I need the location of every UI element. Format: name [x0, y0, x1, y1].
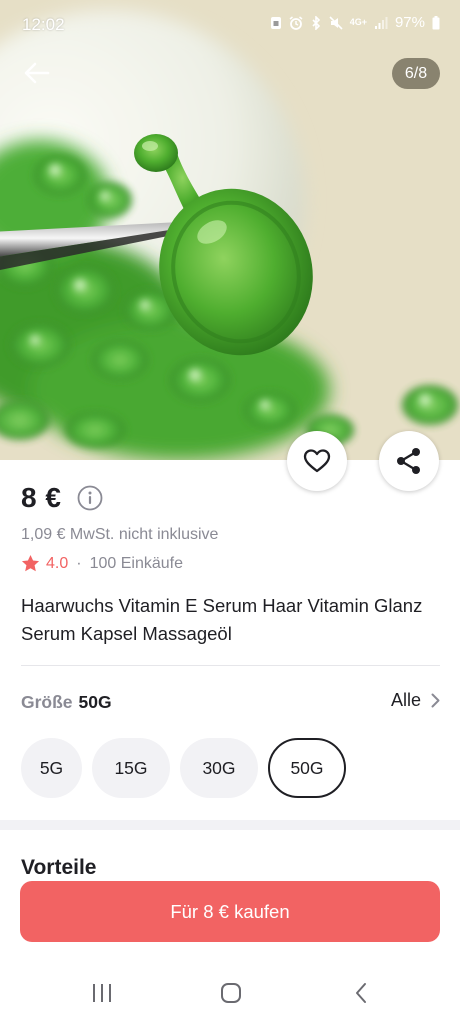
rating-value: 4.0 [46, 554, 69, 572]
price-row: 8 € [21, 482, 103, 514]
system-nav-bar [0, 962, 460, 1024]
home-icon [221, 983, 241, 1003]
size-row: Größe 50G Alle [21, 690, 440, 714]
chevron-left-icon [356, 983, 366, 1003]
product-title: Haarwuchs Vitamin E Serum Haar Vitamin G… [21, 595, 423, 644]
divider [21, 665, 440, 666]
mute-icon [329, 15, 343, 30]
chevron-right-icon [431, 693, 440, 708]
home-button[interactable] [213, 980, 249, 1006]
status-icons: 4G+ 97% [270, 14, 440, 31]
vat-note: 1,09 € MwSt. nicht inklusive [21, 526, 219, 543]
product-photo [0, 0, 460, 460]
rating-row: 4.0 · 100 Einkäufe [21, 554, 183, 573]
battery-icon [432, 15, 440, 29]
size-all-button[interactable]: Alle [391, 690, 440, 711]
system-back-button[interactable] [343, 980, 379, 1006]
arrow-left-icon [24, 62, 50, 84]
product-price: 8 € [21, 482, 62, 513]
alarm-icon [289, 15, 303, 30]
product-image-gallery[interactable]: 12:02 4G+ 97% 6/8 [0, 0, 460, 460]
recent-apps-icon [93, 984, 111, 1002]
status-bar: 12:02 4G+ 97% [0, 0, 460, 50]
section-title-benefits: Vorteile [21, 856, 97, 879]
recent-apps-button[interactable] [84, 980, 120, 1006]
heart-outline-icon [303, 449, 331, 473]
purchase-count: 100 Einkäufe [89, 554, 183, 572]
size-option-15g[interactable]: 15G [92, 738, 170, 798]
size-selected-value: 50G [78, 691, 112, 712]
info-icon[interactable] [77, 485, 103, 511]
signal-icon [374, 16, 388, 29]
size-all-label: Alle [390, 690, 421, 710]
section-separator [0, 820, 460, 830]
share-button[interactable] [379, 431, 439, 491]
buy-button[interactable]: Für 8 € kaufen [20, 881, 440, 942]
share-icon [397, 448, 420, 474]
star-icon [21, 554, 40, 572]
size-option-50g[interactable]: 50G [268, 738, 346, 798]
network-type-label: 4G+ [349, 17, 367, 27]
rating-separator: · [76, 554, 82, 572]
back-button[interactable] [20, 56, 54, 90]
status-time: 12:02 [22, 15, 65, 34]
battery-percent: 97% [394, 14, 425, 31]
size-option-30g[interactable]: 30G [180, 738, 258, 798]
sim-icon [270, 16, 281, 29]
size-options: 5G 15G 30G 50G [21, 738, 346, 798]
size-label: Größe [21, 691, 73, 712]
image-counter: 6/8 [392, 58, 440, 89]
like-button[interactable] [287, 431, 347, 491]
size-option-5g[interactable]: 5G [21, 738, 82, 798]
bluetooth-icon [312, 15, 320, 30]
